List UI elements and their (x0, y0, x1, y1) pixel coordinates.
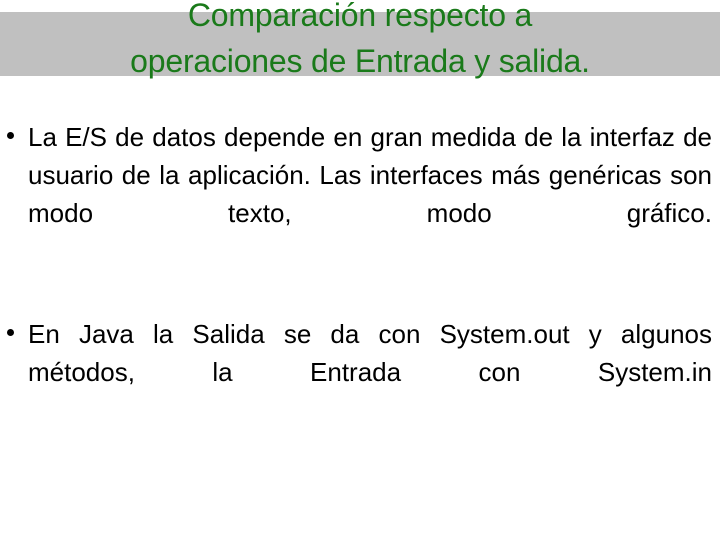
bullet-item-text: La E/S de datos depende en gran medida d… (28, 122, 712, 228)
bullet-item: La E/S de datos depende en gran medida d… (0, 118, 720, 270)
slide-title: Comparación respecto a operaciones de En… (0, 0, 720, 84)
bullet-item-text: En Java la Salida se da con System.out y… (28, 319, 712, 387)
slide-body: La E/S de datos depende en gran medida d… (0, 118, 720, 429)
slide-canvas: Comparación respecto a operaciones de En… (0, 0, 720, 540)
bullet-dot-icon (7, 329, 14, 336)
bullet-dot-icon (7, 132, 14, 139)
bullet-item: En Java la Salida se da con System.out y… (0, 315, 720, 429)
slide-title-line-1: Comparación respecto a (187, 0, 533, 33)
slide-title-line-2: operaciones de Entrada y salida. (130, 43, 590, 79)
